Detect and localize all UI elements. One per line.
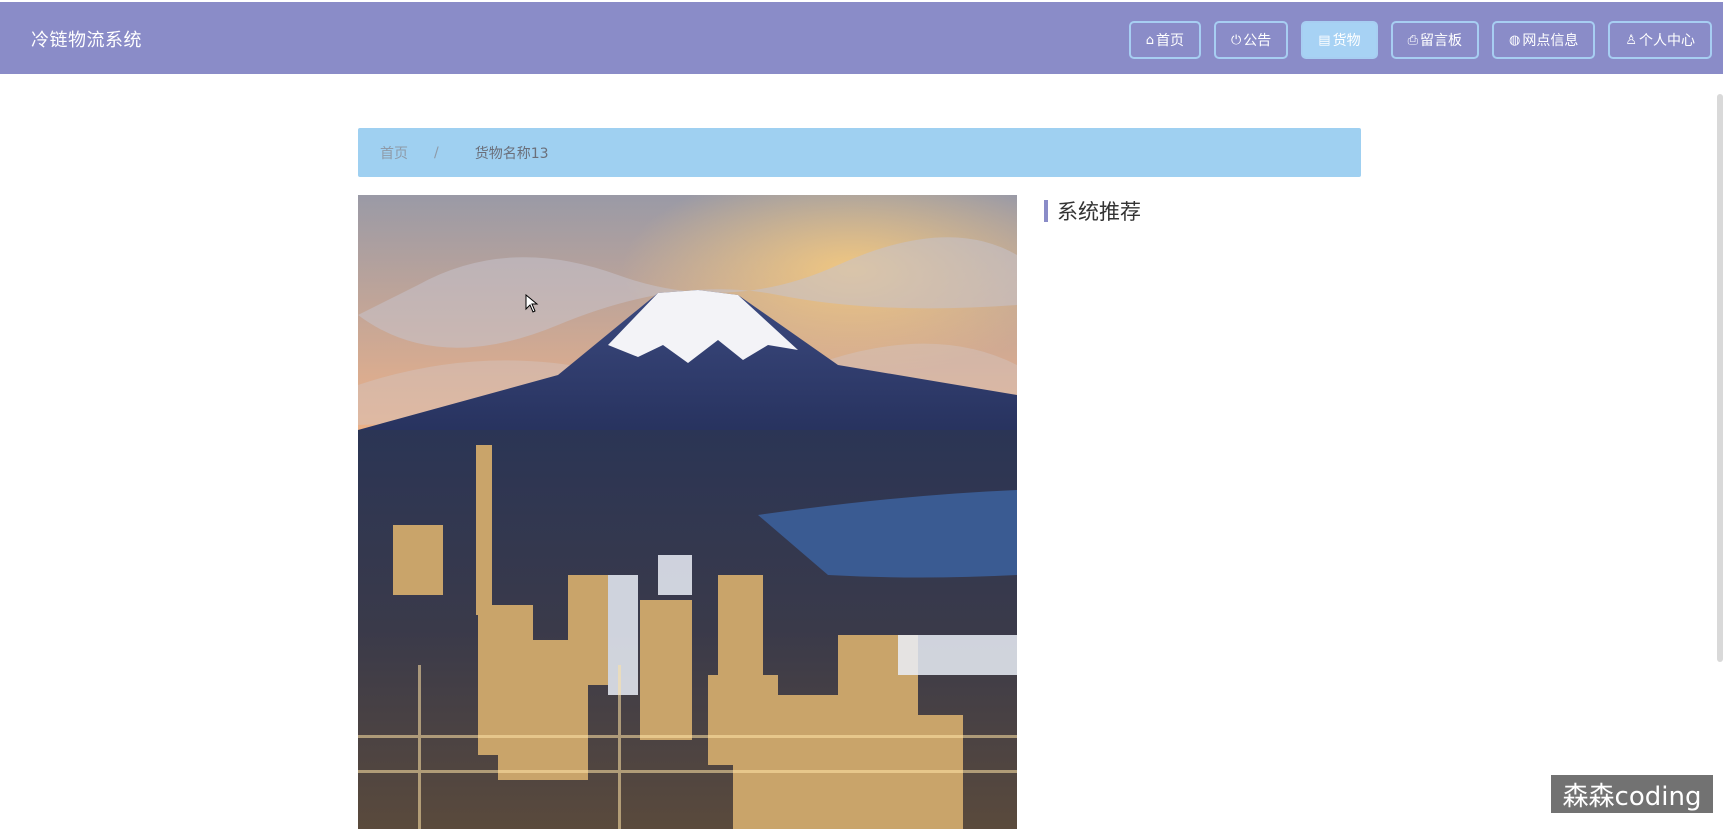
nav-label: 网点信息 bbox=[1522, 33, 1579, 49]
printer-icon: ⎙ bbox=[1407, 32, 1418, 48]
page-scrollbar[interactable] bbox=[1717, 94, 1723, 662]
home-icon: ⌂ bbox=[1145, 32, 1154, 48]
goods-icon: ▤ bbox=[1318, 32, 1331, 48]
nav-message-board-button[interactable]: ⎙ 留言板 bbox=[1390, 21, 1479, 59]
nav-label: 货物 bbox=[1332, 33, 1361, 49]
breadcrumb-separator: / bbox=[434, 144, 439, 161]
recommend-section-title: 系统推荐 bbox=[1044, 196, 1141, 226]
power-icon: ⏻ bbox=[1231, 32, 1242, 48]
user-icon: ♙ bbox=[1625, 32, 1637, 48]
mouse-cursor-icon bbox=[525, 294, 539, 313]
nav-label: 首页 bbox=[1156, 33, 1184, 49]
breadcrumb-home-link[interactable]: 首页 bbox=[380, 143, 408, 163]
breadcrumb-current: 货物名称13 bbox=[474, 145, 549, 162]
nav-goods-button[interactable]: ▤ 货物 bbox=[1301, 21, 1378, 59]
top-navbar: 冷链物流系统 ⌂ 首页 ⏻ 公告 ▤ 货物 ⎙ 留言板 ◍ 网点信息 ♙ 个人中… bbox=[0, 2, 1723, 74]
globe-icon: ◍ bbox=[1509, 32, 1521, 48]
nav-label: 公告 bbox=[1243, 33, 1272, 49]
nav-home-button[interactable]: ⌂ 首页 bbox=[1128, 21, 1201, 59]
recommend-title-text: 系统推荐 bbox=[1057, 200, 1141, 224]
title-accent-bar bbox=[1044, 200, 1048, 222]
nav-branch-info-button[interactable]: ◍ 网点信息 bbox=[1492, 21, 1596, 59]
nav-label: 个人中心 bbox=[1639, 33, 1695, 49]
nav-personal-center-button[interactable]: ♙ 个人中心 bbox=[1608, 21, 1712, 59]
nav-label: 留言板 bbox=[1420, 33, 1462, 49]
site-title: 冷链物流系统 bbox=[31, 30, 142, 51]
watermark: 森森coding bbox=[1551, 775, 1713, 813]
main-nav: ⌂ 首页 ⏻ 公告 ▤ 货物 ⎙ 留言板 ◍ 网点信息 ♙ 个人中心 bbox=[1128, 21, 1712, 59]
breadcrumb: 首页 / 货物名称13 bbox=[358, 128, 1361, 177]
nav-notice-button[interactable]: ⏻ 公告 bbox=[1214, 21, 1289, 59]
goods-image bbox=[358, 195, 1017, 829]
